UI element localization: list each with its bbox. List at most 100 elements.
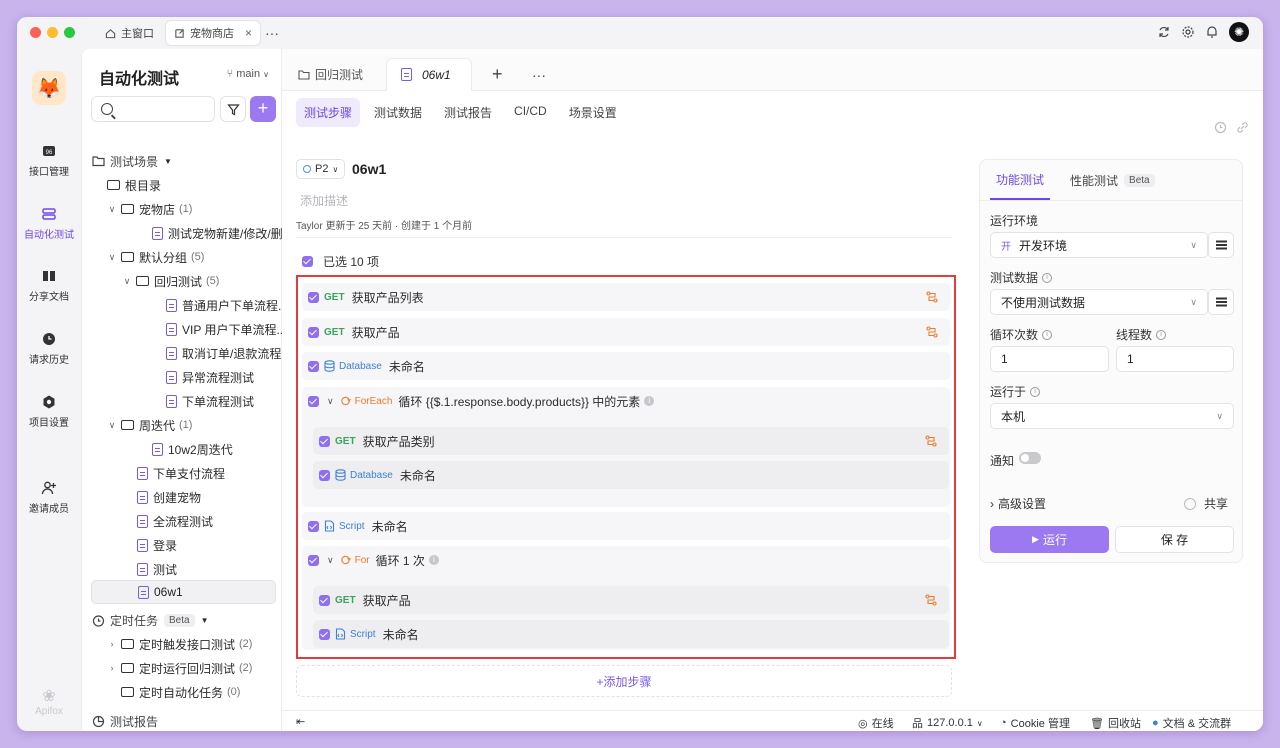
window-tab-main[interactable]: 主窗口 xyxy=(97,21,162,45)
step-checkbox[interactable] xyxy=(308,326,319,338)
route-icon[interactable] xyxy=(925,435,937,447)
step-checkbox[interactable] xyxy=(308,554,319,566)
tree-folder-pet-store[interactable]: ∨ 宠物店 (1) xyxy=(107,198,193,220)
openai-avatar-icon[interactable]: ✺ xyxy=(1229,22,1249,42)
rail-invite-members[interactable]: 邀请成员 xyxy=(17,480,81,515)
info-icon[interactable]: i xyxy=(428,555,439,565)
rail-history[interactable]: 请求历史 xyxy=(17,331,81,366)
tree-case[interactable]: 登录 xyxy=(137,534,177,556)
tree-case-selected[interactable]: 06w1 xyxy=(91,580,276,604)
rail-api-management[interactable]: 96 接口管理 xyxy=(17,143,81,178)
tree-case[interactable]: 取消订单/退款流程... xyxy=(166,342,291,364)
priority-selector[interactable]: P2 ∨ xyxy=(296,159,346,179)
window-tab-pet-store[interactable]: 宠物商店 × xyxy=(166,21,261,45)
tree-case[interactable]: 全流程测试 xyxy=(137,510,213,532)
file-tab-06w1[interactable]: 06w1 xyxy=(386,58,472,91)
maximize-window-button[interactable] xyxy=(64,27,75,38)
refresh-icon[interactable] xyxy=(1157,25,1171,39)
branch-selector[interactable]: ⑂ main ∨ xyxy=(227,68,269,80)
rail-automation[interactable]: 自动化测试 xyxy=(17,206,81,241)
description-field[interactable]: 添加描述 xyxy=(300,192,348,209)
search-input[interactable] xyxy=(91,96,215,122)
docs-community-button[interactable]: ● 文档 & 交流群 xyxy=(1152,715,1231,731)
run-button[interactable]: ▶ 运行 xyxy=(990,526,1109,553)
env-select[interactable]: 开 开发环境 ∨ xyxy=(990,232,1208,258)
info-icon[interactable]: i xyxy=(1156,329,1167,340)
advanced-settings-toggle[interactable]: › 高级设置 xyxy=(990,495,1046,512)
add-scene-button[interactable]: + xyxy=(250,96,276,122)
subtab-report[interactable]: 测试报告 xyxy=(436,98,500,127)
step-row-foreach[interactable]: ∨ ForEach 循环 {{$.1.response.body.product… xyxy=(302,387,950,415)
gear-icon[interactable] xyxy=(1181,25,1195,39)
thread-count-input[interactable]: 1 xyxy=(1116,346,1234,372)
minimize-window-button[interactable] xyxy=(47,27,58,38)
select-all-checkbox[interactable] xyxy=(302,256,313,267)
step-row[interactable]: GET 获取产品 xyxy=(302,318,950,346)
tab-performance-test[interactable]: 性能测试 Beta xyxy=(1064,160,1161,200)
info-icon[interactable]: i xyxy=(644,396,655,406)
new-tab-button[interactable]: + xyxy=(482,58,513,91)
select-all-row[interactable]: 已选 10 项 xyxy=(302,253,379,270)
more-tabs-icon[interactable]: ··· xyxy=(257,21,287,45)
tree-folder-iteration[interactable]: ∨ 周迭代 (1) xyxy=(107,414,193,436)
close-window-button[interactable] xyxy=(30,27,41,38)
step-row[interactable]: GET 获取产品列表 xyxy=(302,283,950,311)
close-tab-icon[interactable]: × xyxy=(245,26,252,40)
step-row[interactable]: GET 获取产品类别 xyxy=(313,427,949,455)
notify-toggle[interactable] xyxy=(1019,452,1041,464)
info-icon[interactable]: i xyxy=(1030,386,1041,397)
step-row[interactable]: Script 未命名 xyxy=(313,620,949,648)
tree-folder-default[interactable]: ∨ 默认分组 (5) xyxy=(107,246,205,268)
tree-section-scenes[interactable]: 测试场景 ▼ xyxy=(92,150,172,172)
share-option[interactable]: 共享 xyxy=(1184,495,1228,512)
tree-schedule-item[interactable]: › 定时运行回归测试 (2) xyxy=(107,657,253,679)
tree-section-schedule[interactable]: 定时任务 Beta ▼ xyxy=(92,609,209,631)
route-icon[interactable] xyxy=(926,326,938,338)
cookie-manager[interactable]: ◔ Cookie 管理 xyxy=(1000,715,1070,731)
trash-button[interactable]: 🗑 回收站 xyxy=(1090,715,1141,731)
tree-schedule-item[interactable]: › 定时触发接口测试 (2) xyxy=(107,633,253,655)
chevron-down-icon[interactable]: ∨ xyxy=(327,555,334,566)
filter-button[interactable] xyxy=(220,96,246,122)
tree-folder-regression[interactable]: ∨ 回归测试 (5) xyxy=(122,270,220,292)
more-file-tabs-icon[interactable]: ··· xyxy=(518,58,560,91)
tree-case-pet[interactable]: 测试宠物新建/修改/删... xyxy=(152,222,293,244)
test-data-select[interactable]: 不使用测试数据 ∨ xyxy=(990,289,1208,315)
project-logo[interactable]: 🦊 xyxy=(32,71,66,105)
tree-case[interactable]: 下单流程测试 xyxy=(166,390,254,412)
share-radio[interactable] xyxy=(1184,497,1196,510)
step-row[interactable]: Database 未命名 xyxy=(302,352,950,380)
step-checkbox[interactable] xyxy=(308,520,319,532)
subtab-cicd[interactable]: CI/CD xyxy=(506,98,555,127)
route-icon[interactable] xyxy=(925,594,937,606)
info-icon[interactable]: i xyxy=(1042,272,1053,283)
step-checkbox[interactable] xyxy=(319,594,330,606)
online-status[interactable]: ◎ 在线 xyxy=(858,715,894,731)
tab-functional-test[interactable]: 功能测试 xyxy=(990,160,1051,200)
tree-schedule-item[interactable]: 定时自动化任务 (0) xyxy=(121,681,240,703)
save-button[interactable]: 保 存 xyxy=(1115,526,1234,553)
step-row[interactable]: Database 未命名 xyxy=(313,461,949,489)
link-icon[interactable] xyxy=(1236,121,1249,134)
tree-case[interactable]: 创建宠物 xyxy=(137,486,201,508)
step-checkbox[interactable] xyxy=(319,628,330,640)
tree-root[interactable]: 根目录 xyxy=(107,174,161,196)
tree-case[interactable]: VIP 用户下单流程... xyxy=(166,318,286,340)
bell-icon[interactable] xyxy=(1205,25,1219,39)
rail-project-settings[interactable]: 项目设置 xyxy=(17,394,81,429)
run-on-select[interactable]: 本机 ∨ xyxy=(990,403,1234,429)
info-icon[interactable]: i xyxy=(1042,329,1053,340)
step-checkbox[interactable] xyxy=(308,395,319,407)
subtab-data[interactable]: 测试数据 xyxy=(366,98,430,127)
loop-count-input[interactable]: 1 xyxy=(990,346,1109,372)
tree-section-reports[interactable]: 测试报告 xyxy=(92,710,158,731)
case-name[interactable]: 06w1 xyxy=(352,161,386,177)
step-checkbox[interactable] xyxy=(319,435,330,447)
history-icon[interactable] xyxy=(1214,121,1227,134)
data-menu-button[interactable] xyxy=(1208,289,1234,315)
tree-case[interactable]: 普通用户下单流程... xyxy=(166,294,288,316)
env-menu-button[interactable] xyxy=(1208,232,1234,258)
chevron-down-icon[interactable]: ∨ xyxy=(327,396,334,407)
collapse-sidebar-icon[interactable]: ⇤ xyxy=(296,715,305,728)
step-checkbox[interactable] xyxy=(308,360,319,372)
